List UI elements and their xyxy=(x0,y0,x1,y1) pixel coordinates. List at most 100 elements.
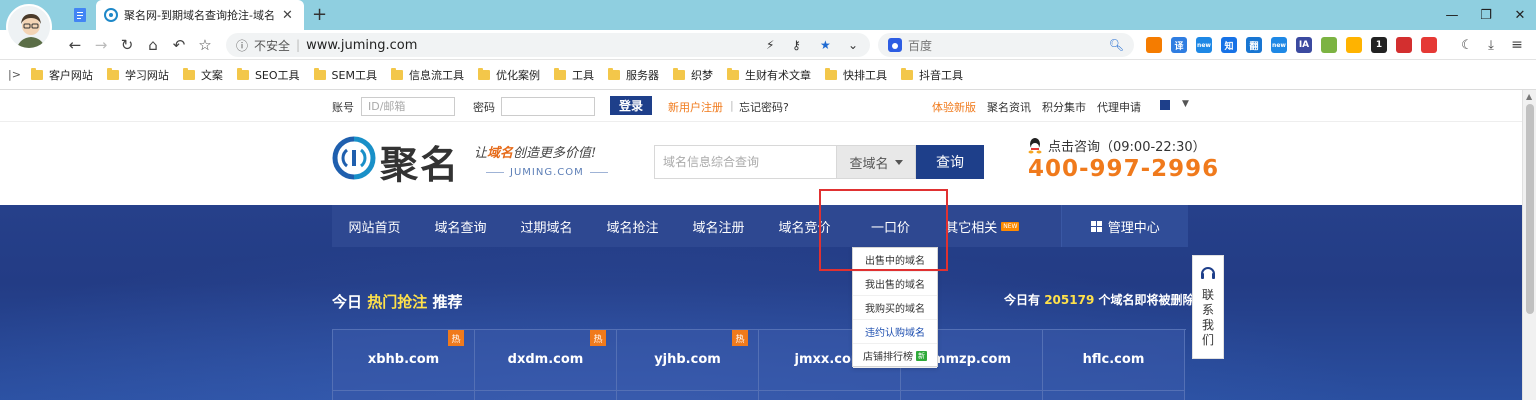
agent-apply-link[interactable]: 代理申请 xyxy=(1097,99,1141,115)
hot-domain-tile[interactable]: dxdm.com 热 xyxy=(475,330,617,400)
extension-icon[interactable]: new xyxy=(1271,37,1287,53)
extension-icon[interactable] xyxy=(1346,37,1362,53)
bookmark-folder[interactable]: 服务器 xyxy=(607,67,659,83)
nav-item-label: 其它相关 xyxy=(945,220,998,236)
contact-us-widget[interactable]: 联系我们 xyxy=(1192,255,1224,359)
flash-icon[interactable]: ⚡ xyxy=(766,33,774,57)
undo-close-button[interactable]: ↶ xyxy=(168,35,190,55)
url-text[interactable]: www.juming.com xyxy=(306,38,417,53)
folder-icon xyxy=(106,67,119,80)
restore-button[interactable]: ❐ xyxy=(1468,0,1504,30)
extension-icon[interactable] xyxy=(1396,37,1412,53)
forward-button[interactable]: → xyxy=(90,35,112,55)
account-input[interactable]: ID/邮箱 xyxy=(361,97,455,116)
bookmark-folder[interactable]: 工具 xyxy=(553,67,594,83)
extension-icon[interactable]: 译 xyxy=(1171,37,1187,53)
folder-icon xyxy=(313,67,326,80)
domain-search-input[interactable]: 域名信息综合查询 xyxy=(654,145,836,179)
bookmark-folder[interactable]: 客户网站 xyxy=(30,67,93,83)
dark-mode-icon[interactable]: ☾ xyxy=(1456,35,1478,55)
scroll-up-icon[interactable]: ▲ xyxy=(1526,92,1532,101)
search-engine-box[interactable]: 百度 🔍︎ xyxy=(878,33,1134,57)
starred-icon[interactable]: ★ xyxy=(820,33,831,57)
tile-divider xyxy=(475,390,616,391)
forgot-password-link[interactable]: 忘记密码? xyxy=(739,99,789,115)
extension-icon[interactable] xyxy=(1421,37,1437,53)
bookmark-folder[interactable]: SEM工具 xyxy=(313,67,377,83)
management-center-button[interactable]: 管理中心 xyxy=(1061,205,1188,247)
hot-domain-tile[interactable]: xbhb.com 热 xyxy=(333,330,475,400)
new-version-link[interactable]: 体验新版 xyxy=(932,99,976,115)
security-label: 不安全 xyxy=(254,38,291,53)
hot-domain-tile[interactable]: hflc.com xyxy=(1043,330,1185,400)
bookmark-folder[interactable]: 抖音工具 xyxy=(900,67,963,83)
key-icon[interactable]: ⚷ xyxy=(792,33,801,57)
info-icon[interactable]: ⓘ xyxy=(236,37,248,54)
page-scrollbar[interactable]: ▲ xyxy=(1522,90,1536,400)
tab-docs[interactable] xyxy=(64,0,96,30)
bookmark-star-button[interactable]: ☆ xyxy=(194,35,216,55)
password-input[interactable] xyxy=(501,97,595,116)
search-icon[interactable]: 🔍︎ xyxy=(1109,38,1124,52)
extension-icon[interactable]: IA xyxy=(1296,37,1312,53)
new-badge: 新 xyxy=(916,350,927,361)
menu-icon[interactable]: ≡ xyxy=(1506,35,1528,55)
news-link[interactable]: 聚名资讯 xyxy=(987,99,1031,115)
nav-item[interactable]: 网站首页 xyxy=(332,205,417,247)
hot-domain-tile[interactable]: yjhb.com 热 xyxy=(617,330,759,400)
bookmark-folder[interactable]: SEO工具 xyxy=(236,67,300,83)
extension-icon[interactable]: new xyxy=(1196,37,1212,53)
slogan: 让域名创造更多价值! xyxy=(474,142,596,161)
close-window-button[interactable]: ✕ xyxy=(1502,0,1536,30)
nav-item[interactable]: 域名注册 xyxy=(676,205,761,247)
consult-link[interactable]: 点击咨询（09:00-22:30） xyxy=(1028,136,1206,155)
theme-dropdown-icon[interactable]: ▼ xyxy=(1182,99,1189,109)
sidebar-toggle-icon[interactable]: |> xyxy=(8,68,21,81)
tab-juming[interactable]: 聚名网-到期域名查询抢注-域名注 ✕ xyxy=(96,0,304,30)
juming-logo-icon[interactable] xyxy=(332,136,376,180)
nav-item[interactable]: 其它相关 NEW xyxy=(933,205,1032,247)
bookmark-folder[interactable]: 生财有术文章 xyxy=(726,67,811,83)
extension-icon[interactable] xyxy=(1146,37,1162,53)
home-button[interactable]: ⌂ xyxy=(142,35,164,55)
bookmark-folder[interactable]: 文案 xyxy=(182,67,223,83)
login-button[interactable]: 登录 xyxy=(610,96,652,115)
reload-button[interactable]: ↻ xyxy=(116,35,138,55)
nav-item[interactable]: 域名竞价 xyxy=(761,205,848,247)
register-link[interactable]: 新用户注册 xyxy=(668,99,723,115)
dropdown-item[interactable]: 出售中的域名 xyxy=(853,248,937,272)
nav-item[interactable]: 域名查询 xyxy=(417,205,504,247)
dropdown-item[interactable]: 我出售的域名 xyxy=(853,272,937,296)
extension-icon[interactable]: 1 xyxy=(1371,37,1387,53)
extension-icon[interactable] xyxy=(1321,37,1337,53)
tab-close-icon[interactable]: ✕ xyxy=(282,8,293,23)
profile-avatar[interactable] xyxy=(6,4,52,50)
dropdown-item[interactable]: 违约认购域名 xyxy=(853,320,937,344)
bookmark-folder[interactable]: 织梦 xyxy=(672,67,713,83)
download-icon[interactable]: ⤓ xyxy=(1480,35,1502,55)
extension-icon[interactable]: 知 xyxy=(1221,37,1237,53)
nav-item[interactable]: 过期域名 xyxy=(504,205,589,247)
dropdown-item[interactable]: 店铺排行榜新 xyxy=(853,344,937,368)
bookmark-folder[interactable]: 信息流工具 xyxy=(390,67,464,83)
minimize-button[interactable]: — xyxy=(1434,0,1470,30)
bookmark-folder[interactable]: 快排工具 xyxy=(824,67,887,83)
bookmark-folder[interactable]: 优化案例 xyxy=(477,67,540,83)
new-tab-button[interactable]: + xyxy=(312,4,327,25)
bookmark-folder[interactable]: 学习网站 xyxy=(106,67,169,83)
search-button[interactable]: 查询 xyxy=(916,145,984,179)
back-button[interactable]: ← xyxy=(64,35,86,55)
logo-text[interactable]: 聚名 xyxy=(380,134,460,189)
dropdown-item[interactable]: 我购买的域名 xyxy=(853,296,937,320)
search-type-select[interactable]: 查域名 xyxy=(836,145,916,179)
nav-item[interactable]: 域名抢注 xyxy=(589,205,676,247)
theme-color-swatch[interactable] xyxy=(1160,100,1170,110)
folder-icon xyxy=(30,67,43,80)
scroll-thumb[interactable] xyxy=(1526,104,1534,314)
chevron-down-icon[interactable]: ⌄ xyxy=(848,33,858,57)
slogan-domain: JUMING.COM xyxy=(480,167,614,178)
extension-icon[interactable]: 翻 xyxy=(1246,37,1262,53)
slogan-post: 创造更多价值! xyxy=(513,146,597,161)
nav-item[interactable]: 一口价 xyxy=(848,205,933,247)
points-market-link[interactable]: 积分集市 xyxy=(1042,99,1086,115)
